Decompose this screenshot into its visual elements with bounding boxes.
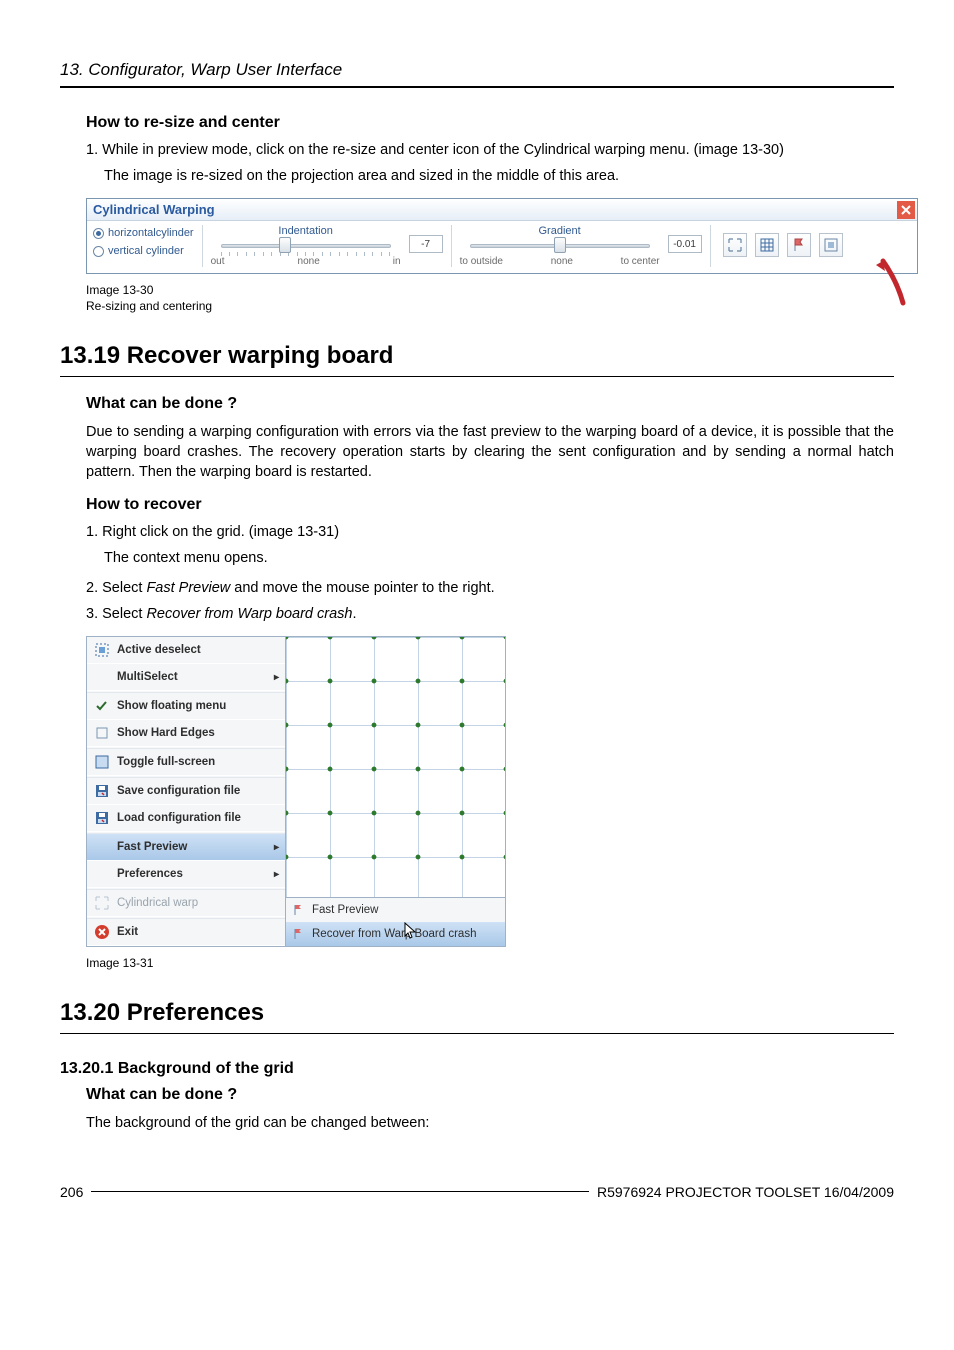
slider-min-label: out xyxy=(211,256,225,267)
slider-max-label: to center xyxy=(621,256,660,267)
submenu-arrow-icon: ▸ xyxy=(274,842,279,853)
grid-icon[interactable] xyxy=(755,233,779,257)
section-13-20-heading: 13.20 Preferences xyxy=(60,999,894,1027)
menu-multiselect[interactable]: MultiSelect ▸ xyxy=(87,664,285,691)
fullscreen-icon xyxy=(93,753,111,771)
window-titlebar: Cylindrical Warping xyxy=(87,199,917,221)
separator xyxy=(202,225,203,267)
section-13-19-heading: 13.19 Recover warping board xyxy=(60,342,894,370)
footer-right: R5976924 PROJECTOR TOOLSET 16/04/2009 xyxy=(597,1184,894,1200)
menu-active-deselect[interactable]: Active deselect xyxy=(87,637,285,664)
recover-step-3: 3. Select Recover from Warp board crash. xyxy=(86,606,894,622)
image-13-30: Cylindrical Warping horizontalcylinder v… xyxy=(86,198,894,274)
submenu-fast-preview[interactable]: Fast Preview xyxy=(286,898,505,922)
what-can-be-done-heading: What can be done ? xyxy=(86,395,894,413)
indentation-label: Indentation xyxy=(278,225,332,237)
what-can-be-done-paragraph: Due to sending a warping configuration w… xyxy=(86,423,894,482)
flag-icon xyxy=(292,927,306,941)
radio-vertical-cylinder[interactable]: vertical cylinder xyxy=(93,245,194,257)
annotation-arrow-icon xyxy=(843,251,913,311)
image-caption: Image 13-31 xyxy=(86,955,894,971)
indentation-value[interactable]: -7 xyxy=(409,235,443,253)
resize-subheading: How to re-size and center xyxy=(86,114,894,132)
menu-show-floating[interactable]: Show floating menu xyxy=(87,693,285,720)
radio-label: horizontalcylinder xyxy=(108,227,194,239)
radio-unselected-icon xyxy=(93,246,104,257)
resize-center-icon[interactable] xyxy=(819,233,843,257)
fast-preview-submenu: Fast Preview Recover from Warp Board cra… xyxy=(286,897,505,946)
page-number: 206 xyxy=(60,1184,83,1200)
submenu-arrow-icon: ▸ xyxy=(274,869,279,880)
submenu-recover-crash[interactable]: Recover from Warp Board crash xyxy=(286,922,505,946)
slider-mid-label: none xyxy=(551,256,573,267)
resize-step-1-note: The image is re-sized on the projection … xyxy=(104,168,894,184)
menu-exit[interactable]: Exit xyxy=(87,919,285,946)
running-header: 13. Configurator, Warp User Interface xyxy=(60,60,894,80)
grid-preview-panel: Fast Preview Recover from Warp Board cra… xyxy=(286,636,506,947)
prefs-what-heading: What can be done ? xyxy=(86,1086,894,1104)
indentation-slider[interactable] xyxy=(221,239,391,253)
radio-selected-icon xyxy=(93,228,104,239)
section-13-20-1-heading: 13.20.1 Background of the grid xyxy=(60,1060,894,1078)
menu-save-config[interactable]: Save configuration file xyxy=(87,778,285,805)
expand-icon xyxy=(93,894,111,912)
context-menu: Active deselect MultiSelect ▸ Show float… xyxy=(86,636,286,947)
image-caption: Image 13-30 Re-sizing and centering xyxy=(86,282,894,314)
separator xyxy=(451,225,452,267)
page-footer: 206 R5976924 PROJECTOR TOOLSET 16/04/200… xyxy=(60,1184,894,1200)
prefs-what-paragraph: The background of the grid can be change… xyxy=(86,1114,894,1134)
check-icon xyxy=(93,697,111,715)
slider-mid-label: none xyxy=(298,256,320,267)
radio-horizontal-cylinder[interactable]: horizontalcylinder xyxy=(93,227,194,239)
gradient-value[interactable]: -0.01 xyxy=(668,235,702,253)
menu-fast-preview[interactable]: Fast Preview ▸ xyxy=(87,834,285,861)
recover-step-1: 1. Right click on the grid. (image 13-31… xyxy=(86,524,894,540)
gradient-slider[interactable] xyxy=(470,239,650,253)
menu-preferences[interactable]: Preferences ▸ xyxy=(87,861,285,888)
menu-show-hard-edges[interactable]: Show Hard Edges xyxy=(87,720,285,747)
menu-toggle-fullscreen[interactable]: Toggle full-screen xyxy=(87,749,285,776)
section-rule xyxy=(60,1033,894,1034)
toolbar-icons xyxy=(723,233,843,257)
menu-cylindrical-warp: Cylindrical warp xyxy=(87,890,285,917)
resize-step-1: 1. While in preview mode, click on the r… xyxy=(86,142,894,158)
menu-load-config[interactable]: Load configuration file xyxy=(87,805,285,832)
cursor-icon xyxy=(404,922,418,940)
cylinder-radio-group: horizontalcylinder vertical cylinder xyxy=(93,225,194,257)
gradient-group: Gradient to outside none to center xyxy=(460,225,660,267)
selection-icon xyxy=(93,641,111,659)
load-icon xyxy=(93,809,111,827)
cylindrical-warping-window: Cylindrical Warping horizontalcylinder v… xyxy=(86,198,918,274)
slider-min-label: to outside xyxy=(460,256,503,267)
flag-icon xyxy=(292,903,306,917)
gradient-label: Gradient xyxy=(539,225,581,237)
save-icon xyxy=(93,782,111,800)
section-rule xyxy=(60,376,894,377)
separator xyxy=(710,225,711,267)
indentation-group: Indentation out none in xyxy=(211,225,401,267)
window-title: Cylindrical Warping xyxy=(93,202,215,217)
recover-step-1-note: The context menu opens. xyxy=(104,550,894,566)
image-13-31: Active deselect MultiSelect ▸ Show float… xyxy=(86,636,894,947)
header-rule xyxy=(60,86,894,88)
radio-label: vertical cylinder xyxy=(108,245,184,257)
unchecked-icon xyxy=(93,724,111,742)
close-icon[interactable] xyxy=(897,201,915,219)
expand-icon[interactable] xyxy=(723,233,747,257)
submenu-arrow-icon: ▸ xyxy=(274,672,279,683)
slider-max-label: in xyxy=(393,256,401,267)
how-to-recover-heading: How to recover xyxy=(86,496,894,514)
exit-icon xyxy=(93,923,111,941)
flag-icon[interactable] xyxy=(787,233,811,257)
recover-step-2: 2. Select Fast Preview and move the mous… xyxy=(86,580,894,596)
